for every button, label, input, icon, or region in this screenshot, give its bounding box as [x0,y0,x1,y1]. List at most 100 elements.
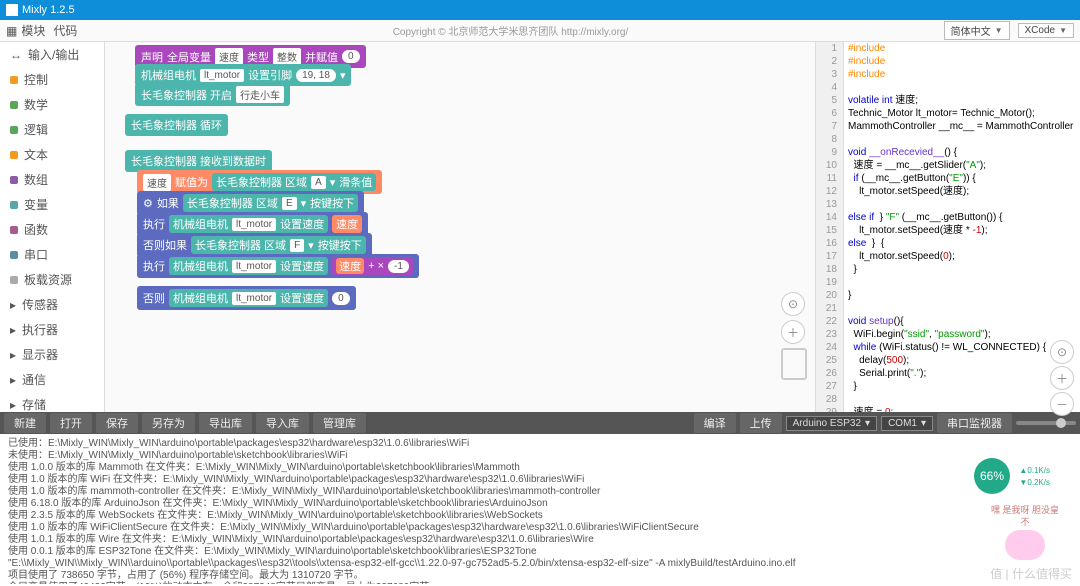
cat-text[interactable]: 文本 [0,142,104,167]
console-line: 使用 1.0 版本的库 WiFi 在文件夹：E:\Mixly_WIN\Mixly… [8,474,1072,486]
save-button[interactable]: 保存 [96,413,138,433]
code-line: 8 [816,133,1080,146]
app-icon [6,4,18,16]
zoom-in-button[interactable]: ＋ [781,320,805,344]
code-line: 22void setup(){ [816,315,1080,328]
code-zoom-out-button[interactable]: － [1050,392,1074,416]
console-line: 项目使用了 738650 字节，占用了 (56%) 程序存储空间。最大为 131… [8,570,1072,582]
dot-icon [10,201,18,209]
console-line: 使用 1.0 版本的库 mammoth-controller 在文件夹：E:\M… [8,486,1072,498]
center-button[interactable]: ⊙ [781,292,805,316]
workspace-controls: ⊙ ＋ [781,292,807,380]
manage-button[interactable]: 管理库 [313,413,366,433]
board-select[interactable]: Arduino ESP32▾ [786,416,877,431]
code-line: 6Technic_Motor lt_motor= Technic_Motor()… [816,107,1080,120]
cat-io[interactable]: ↔ 输入/输出 [0,42,104,67]
modules-tab[interactable]: ▦ 模块 [6,22,45,39]
cat-logic[interactable]: 逻辑 [0,117,104,142]
cat-func[interactable]: 函数 [0,217,104,242]
code-line: 13 [816,198,1080,211]
trash-icon[interactable] [781,348,807,380]
console-output: 已使用：E:\Mixly_WIN\Mixly_WIN\arduino\porta… [0,434,1080,584]
net-stats: ▲0.1K/s▼0.2K/s [1019,465,1050,489]
code-line: 21 [816,302,1080,315]
compile-button[interactable]: 编译 [694,413,736,433]
category-sidebar: ↔ 输入/输出 控制 数学 逻辑 文本 数组 变量 函数 串口 板载资源 ▸ 传… [0,42,105,412]
code-line: 19 [816,276,1080,289]
chevron-down-icon: ▼ [995,26,1003,35]
cat-comm[interactable]: ▸ 通信 [0,367,104,392]
code-line: 23 WiFi.begin("ssid", "password"); [816,328,1080,341]
code-panel: 1#include 2#include 3#include 45volatile… [815,42,1080,412]
dot-icon [10,276,18,284]
code-line: 25 delay(500); [816,354,1080,367]
console-line: 已使用：E:\Mixly_WIN\Mixly_WIN\arduino\porta… [8,438,1072,450]
cat-var[interactable]: 变量 [0,192,104,217]
cat-resource[interactable]: 板载资源 [0,267,104,292]
saveas-button[interactable]: 另存为 [142,413,195,433]
main-area: ↔ 输入/输出 控制 数学 逻辑 文本 数组 变量 函数 串口 板载资源 ▸ 传… [0,42,1080,412]
upload-button[interactable]: 上传 [740,413,782,433]
code-line: 2#include [816,55,1080,68]
code-line: 26 Serial.print("."); [816,367,1080,380]
code-tab[interactable]: 代码 [53,22,77,39]
watermark-text: 值 | 什么值得买 [990,568,1072,580]
dot-icon [10,126,18,134]
dot-icon [10,76,18,84]
cat-array[interactable]: 数组 [0,167,104,192]
console-line: 未使用：E:\Mixly_WIN\Mixly_WIN\arduino\porta… [8,450,1072,462]
window-titlebar: Mixly 1.2.5 [0,0,1080,20]
top-toolbar: ▦ 模块 代码 Copyright © 北京师范大学米思齐团队 http://m… [0,20,1080,42]
code-line: 4 [816,81,1080,94]
console-line: 使用 1.0.1 版本的库 Wire 在文件夹：E:\Mixly_WIN\Mix… [8,534,1072,546]
export-button[interactable]: 导出库 [199,413,252,433]
action-bar: 新建 打开 保存 另存为 导出库 导入库 管理库 编译 上传 Arduino E… [0,412,1080,434]
code-line: 28 [816,393,1080,406]
console-line: 使用 6.18.0 版本的库 ArduinoJson 在文件夹：E:\Mixly… [8,498,1072,510]
cat-serial[interactable]: 串口 [0,242,104,267]
port-select[interactable]: COM1▾ [881,416,933,431]
block-onreceive[interactable]: 长毛象控制器 接收到数据时 [125,150,272,172]
cat-display[interactable]: ▸ 显示器 [0,342,104,367]
code-line: 24 while (WiFi.status() != WL_CONNECTED)… [816,341,1080,354]
code-line: 15 lt_motor.setSpeed(速度 * -1); [816,224,1080,237]
cat-control[interactable]: 控制 [0,67,104,92]
code-line: 5volatile int 速度; [816,94,1080,107]
cat-sensor[interactable]: ▸ 传感器 [0,292,104,317]
block-loop[interactable]: 长毛象控制器 循环 [125,114,228,136]
copyright-text: Copyright © 北京师范大学米思齐团队 http://mixly.org… [85,23,935,38]
block-exec2[interactable]: 执行 机械组电机lt_motor设置速度 速度+ ×-1 [137,254,419,278]
window-title: Mixly 1.2.5 [22,4,75,16]
import-button[interactable]: 导入库 [256,413,309,433]
language-select[interactable]: 简体中文▼ [944,21,1010,40]
code-zoom-controls: ⊙ ＋ － [1050,340,1074,416]
cat-store[interactable]: ▸ 存储 [0,392,104,412]
block-else[interactable]: 否则 机械组电机lt_motor设置速度 0 [137,286,356,310]
code-line: 20} [816,289,1080,302]
console-line: 使用 1.0 版本的库 WiFiClientSecure 在文件夹：E:\Mix… [8,522,1072,534]
code-line: 9void __onRecevied__() { [816,146,1080,159]
monitor-button[interactable]: 串口监视器 [937,413,1012,433]
code-zoom-in-button[interactable]: ＋ [1050,366,1074,390]
dot-icon [10,176,18,184]
code-line: 11 if (__mc__.getButton("E")) { [816,172,1080,185]
blocks-workspace[interactable]: 声明全局变量速度类型整数并赋值0 机械组电机lt_motor设置引脚19, 18… [105,42,815,412]
block-controller-open[interactable]: 长毛象控制器 开启行走小车 [135,83,290,106]
open-button[interactable]: 打开 [50,413,92,433]
new-button[interactable]: 新建 [4,413,46,433]
code-line: 14else if } "F" (__mc__.getButton()) { [816,211,1080,224]
dot-icon [10,151,18,159]
code-line: 7MammothController __mc__ = MammothContr… [816,120,1080,133]
console-line: 使用 1.0.0 版本的库 Mammoth 在文件夹：E:\Mixly_WIN\… [8,462,1072,474]
code-line: 17 lt_motor.setSpeed(0); [816,250,1080,263]
progress-badge: 66% [974,458,1010,494]
cat-actuator[interactable]: ▸ 执行器 [0,317,104,342]
code-line: 12 lt_motor.setSpeed(速度); [816,185,1080,198]
cat-math[interactable]: 数学 [0,92,104,117]
mascot-image: 嘿 是我呀 胆没皇不 [990,504,1060,554]
console-line: 使用 0.0.1 版本的库 ESP32Tone 在文件夹：E:\Mixly_WI… [8,546,1072,558]
code-line: 27 } [816,380,1080,393]
code-center-button[interactable]: ⊙ [1050,340,1074,364]
zoom-slider[interactable] [1016,421,1076,425]
xcode-select[interactable]: XCode▼ [1018,23,1075,38]
